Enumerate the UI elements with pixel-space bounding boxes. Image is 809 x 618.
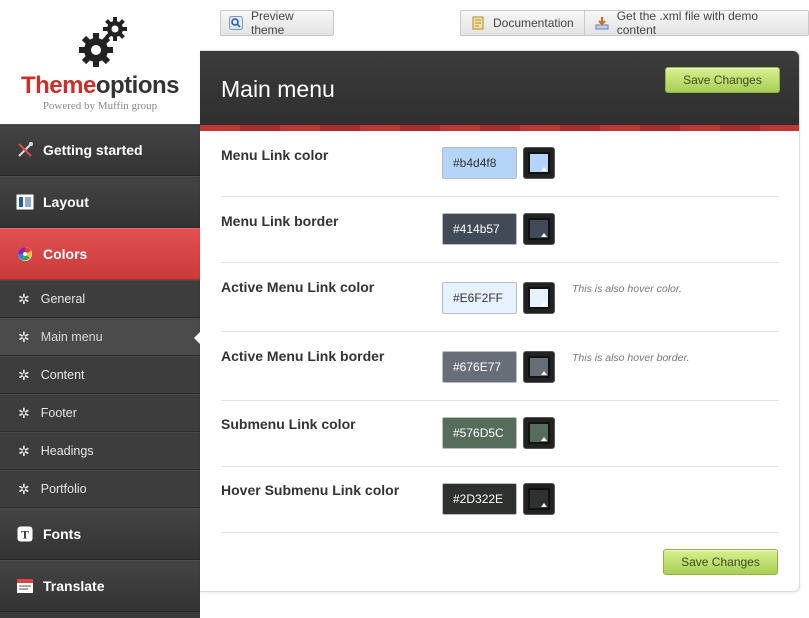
top-button-group: Documentation Get the .xml file with dem… (460, 9, 809, 37)
color-picker-button[interactable] (523, 483, 555, 515)
option-hint: This is also hover border. (572, 352, 690, 364)
gears-logo-icon (79, 17, 127, 67)
option-label: Submenu Link color (221, 416, 356, 432)
color-preview-swatch (528, 356, 550, 378)
sidebar-subitem-portfolio[interactable]: ✲ Portfolio (0, 470, 200, 508)
sidebar-subitem-footer[interactable]: ✲ Footer (0, 394, 200, 432)
sidebar-item-translate[interactable]: Translate (0, 560, 200, 612)
gear-icon: ✲ (18, 366, 30, 383)
color-preview-swatch (528, 422, 550, 444)
color-value-input[interactable]: #2D322E (442, 483, 517, 515)
sidebar-subitem-label: General (40, 292, 86, 306)
sidebar-subitem-general[interactable]: ✲ General (0, 280, 200, 318)
sidebar-subitem-label: Main menu (40, 330, 103, 344)
color-value-input[interactable]: #E6F2FF (442, 282, 517, 314)
gear-icon: ✲ (18, 290, 30, 307)
color-preview-swatch (528, 488, 550, 510)
color-picker-button[interactable] (523, 282, 555, 314)
sidebar-subitem-label: Headings (40, 444, 94, 458)
sidebar: Getting started Layout Colors ✲ General … (0, 124, 201, 618)
logo-title: Themeoptions (0, 72, 200, 100)
download-icon (595, 16, 609, 30)
color-wheel-icon (16, 245, 34, 263)
download-xml-label: Get the .xml file with demo content (616, 9, 759, 37)
document-icon (471, 16, 485, 30)
settings-panel: Main menu Save Changes Menu Link color #… (200, 50, 800, 592)
sidebar-item-colors[interactable]: Colors (0, 228, 200, 280)
logo-title-theme: Theme (20, 72, 96, 99)
option-label: Menu Link border (221, 213, 339, 229)
color-picker-button[interactable] (523, 351, 555, 383)
layout-icon (16, 193, 34, 211)
color-picker-button[interactable] (523, 417, 555, 449)
sidebar-subitem-label: Footer (40, 406, 77, 420)
option-label: Active Menu Link color (221, 279, 375, 295)
gear-icon: ✲ (18, 328, 30, 345)
option-row-submenu-link-color: Submenu Link color #576D5C (221, 401, 779, 467)
option-row-menu-link-color: Menu Link color #b4d4f8 (221, 131, 779, 197)
option-hint: This is also hover color. (572, 283, 682, 295)
download-xml-button[interactable]: Get the .xml file with demo content (583, 9, 808, 37)
sidebar-subitem-headings[interactable]: ✲ Headings (0, 432, 200, 470)
gear-icon: ✲ (18, 480, 30, 497)
option-row-hover-submenu-link-color: Hover Submenu Link color #2D322E (221, 467, 779, 533)
sidebar-item-label: Translate (43, 578, 105, 594)
font-icon: T (16, 525, 34, 543)
sidebar-subitem-content[interactable]: ✲ Content (0, 356, 200, 394)
save-changes-button-bottom[interactable]: Save Changes (663, 549, 778, 575)
svg-text:T: T (21, 528, 29, 542)
sidebar-item-label: Colors (43, 246, 88, 262)
option-row-active-menu-link-color: Active Menu Link color #E6F2FF This is a… (221, 263, 779, 332)
option-label: Hover Submenu Link color (221, 482, 400, 498)
sidebar-item-label: Getting started (43, 142, 143, 158)
logo: Themeoptions Powered by Muffin group (0, 0, 200, 124)
logo-subtitle: Powered by Muffin group (42, 100, 158, 112)
sidebar-subitem-label: Portfolio (40, 482, 87, 496)
option-row-menu-link-border: Menu Link border #414b57 (221, 197, 779, 263)
color-value-input[interactable]: #414b57 (442, 213, 517, 245)
color-value-input[interactable]: #576D5C (442, 417, 517, 449)
save-changes-button-top[interactable]: Save Changes (665, 67, 780, 93)
color-preview-swatch (528, 287, 550, 309)
color-preview-swatch (528, 152, 550, 174)
page-title: Main menu (221, 76, 335, 102)
panel-header: Main menu Save Changes (200, 51, 799, 125)
color-picker-button[interactable] (523, 213, 555, 245)
sidebar-item-fonts[interactable]: T Fonts (0, 508, 200, 560)
sidebar-item-layout[interactable]: Layout (0, 176, 200, 228)
gear-icon: ✲ (18, 442, 30, 459)
documentation-button[interactable]: Documentation (461, 11, 584, 35)
sidebar-item-getting-started[interactable]: Getting started (0, 124, 200, 176)
documentation-label: Documentation (493, 16, 574, 30)
sidebar-subitem-main-menu[interactable]: ✲ Main menu (0, 318, 201, 356)
sidebar-item-label: Layout (43, 194, 89, 210)
logo-title-options: options (95, 72, 180, 99)
color-value-input[interactable]: #676E77 (442, 351, 517, 383)
magnifier-icon (229, 16, 243, 30)
sidebar-subitem-label: Content (40, 368, 85, 382)
translate-icon (16, 577, 34, 595)
option-label: Menu Link color (221, 147, 329, 163)
color-picker-button[interactable] (523, 147, 555, 179)
preview-theme-button[interactable]: Preview theme (220, 9, 334, 37)
gear-icon: ✲ (18, 404, 30, 421)
option-label: Active Menu Link border (221, 348, 385, 364)
option-row-active-menu-link-border: Active Menu Link border #676E77 This is … (221, 332, 779, 401)
sidebar-item-label: Fonts (43, 526, 82, 542)
color-value-input[interactable]: #b4d4f8 (442, 147, 517, 179)
tools-icon (16, 141, 34, 159)
color-preview-swatch (528, 218, 550, 240)
preview-theme-label: Preview theme (251, 9, 294, 37)
